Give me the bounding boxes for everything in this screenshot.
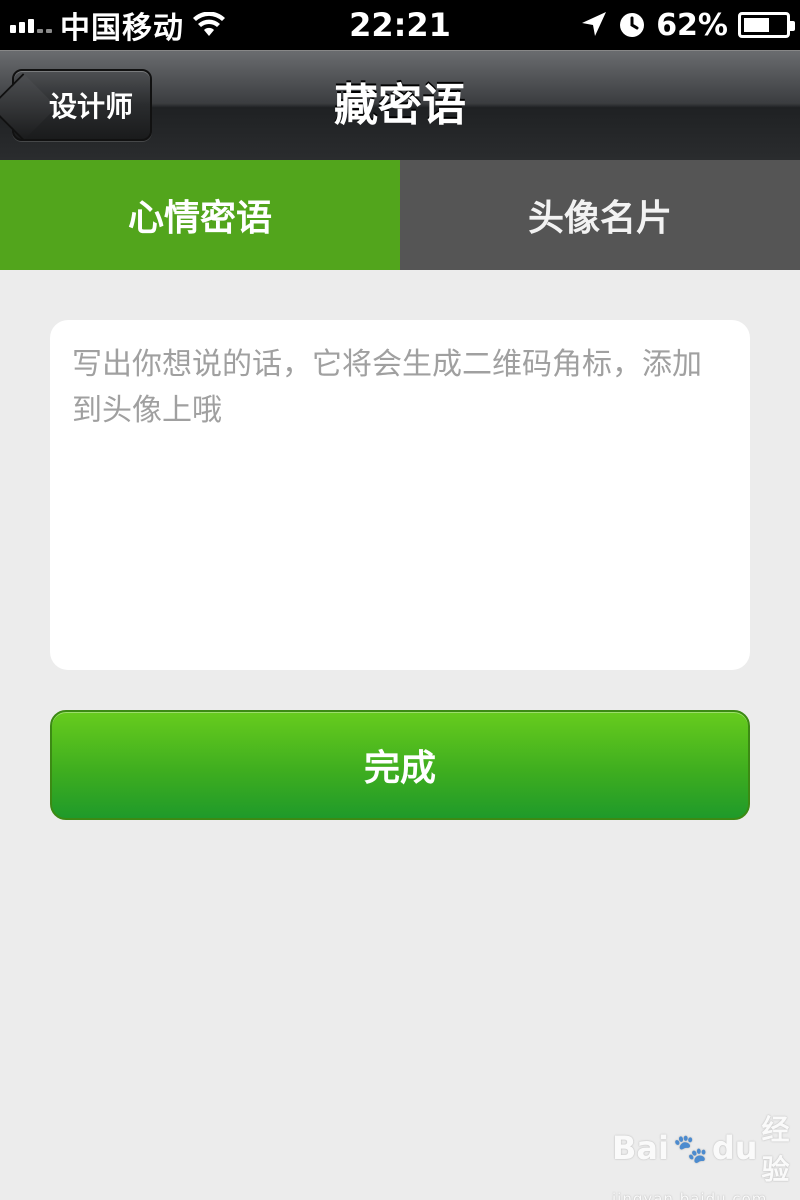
watermark-brand-right: du (711, 1129, 758, 1167)
battery-percent: 62% (656, 7, 728, 43)
signal-bars-icon (10, 13, 52, 37)
navigation-bar: 藏密语 设计师 (0, 50, 800, 160)
alarm-clock-icon (620, 13, 645, 37)
status-left-group: 中国移动 (10, 0, 226, 50)
tab-bar: 心情密语 头像名片 (0, 160, 800, 270)
battery-fill (744, 18, 769, 32)
baidu-watermark: Bai 🐾 du 经验 jingyan.baidu.com (612, 1108, 792, 1200)
location-arrow-icon (582, 12, 607, 36)
done-button-label: 完成 (363, 748, 436, 789)
paw-icon: 🐾 (672, 1131, 708, 1165)
done-button[interactable]: 完成 (50, 710, 750, 820)
status-bar: 中国移动 22:21 62% (0, 0, 800, 50)
message-box (50, 320, 750, 670)
back-button-label: 设计师 (48, 90, 133, 123)
status-right-group: 62% (578, 0, 795, 50)
watermark-brand-left: Bai (612, 1129, 669, 1167)
tab-label: 心情密语 (127, 198, 272, 239)
battery-charging-icon (738, 12, 795, 38)
wifi-icon (193, 12, 225, 36)
message-input[interactable] (72, 342, 728, 648)
tab-mood-message[interactable]: 心情密语 (0, 160, 400, 270)
carrier-name: 中国移动 (60, 11, 184, 46)
watermark-product: 经验 (761, 1113, 790, 1186)
tab-avatar-card[interactable]: 头像名片 (400, 160, 800, 270)
watermark-url: jingyan.baidu.com (612, 1190, 768, 1200)
tab-label: 头像名片 (527, 198, 672, 239)
back-button[interactable]: 设计师 (12, 69, 152, 141)
watermark-brand: Bai 🐾 du 经验 (612, 1108, 792, 1188)
